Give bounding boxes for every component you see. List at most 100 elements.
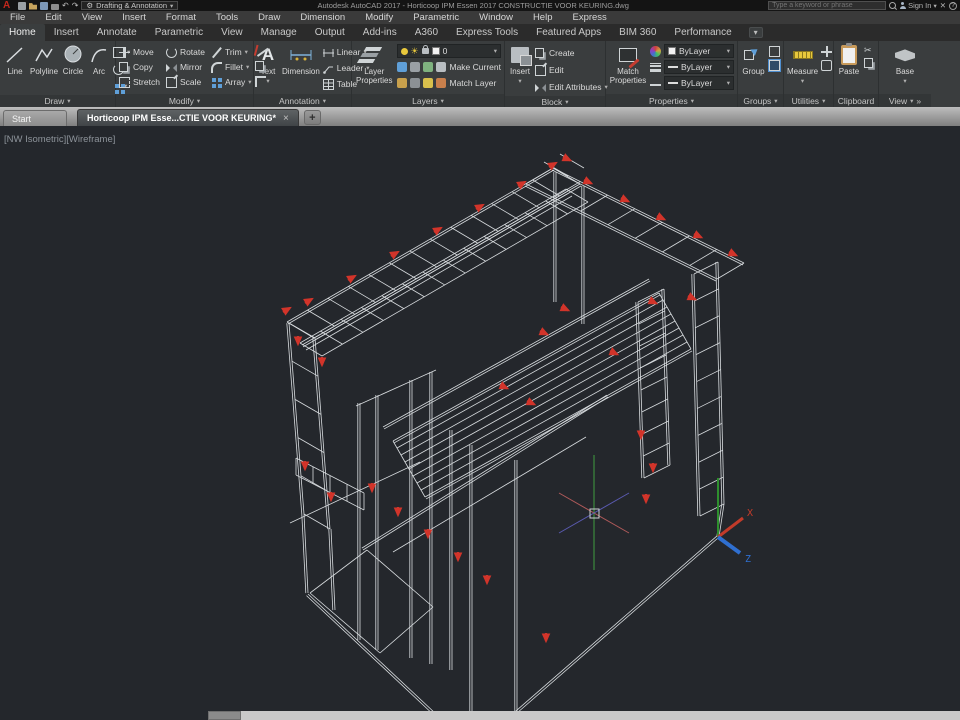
rotate-button[interactable]: Rotate (166, 45, 205, 59)
workspace-switcher[interactable]: ⚙ Drafting & Annotation ▾ (81, 1, 178, 10)
sign-in-button[interactable]: Sign In ▾ (899, 1, 937, 10)
panel-label-clipboard[interactable]: Clipboard (834, 94, 878, 107)
menu-file[interactable]: File (0, 12, 35, 23)
tab-annotate[interactable]: Annotate (88, 24, 146, 41)
menu-draw[interactable]: Draw (248, 12, 290, 23)
panel-label-view[interactable]: View▾ » (879, 94, 931, 107)
redo-icon[interactable]: ↷ (72, 2, 79, 10)
undo-icon[interactable]: ↶ (62, 2, 69, 10)
circle-button[interactable]: Circle (61, 43, 85, 77)
layer-properties-button[interactable]: Layer Properties (355, 43, 394, 85)
ribbon-minimize-button[interactable]: ▾ (749, 27, 763, 38)
match-properties-button[interactable]: Match Properties (609, 43, 647, 85)
edit-attributes-button[interactable]: Edit Attributes▾ (535, 80, 608, 94)
menu-help[interactable]: Help (523, 12, 563, 23)
menu-modify[interactable]: Modify (355, 12, 403, 23)
layer-freeze-icon[interactable] (410, 62, 420, 72)
autodesk-exchange-icon[interactable]: ✕ (940, 1, 946, 10)
trim-button[interactable]: Trim▾ (211, 45, 252, 59)
insert-button[interactable]: Insert ▾ (508, 43, 532, 86)
menu-parametric[interactable]: Parametric (403, 12, 469, 23)
tab-view[interactable]: View (212, 24, 252, 41)
panel-label-modify[interactable]: Modify▾ (116, 94, 253, 107)
create-block-button[interactable]: Create (535, 46, 608, 60)
layer-walk-icon[interactable] (423, 78, 433, 88)
plot-icon[interactable] (51, 4, 59, 10)
quick-calculator-icon[interactable] (821, 60, 832, 71)
layer-lock-button-icon[interactable] (397, 78, 407, 88)
menu-window[interactable]: Window (469, 12, 523, 23)
object-color-icon[interactable] (650, 46, 661, 57)
close-icon[interactable]: × (283, 114, 289, 123)
layer-unlock-icon[interactable] (410, 78, 420, 88)
new-drawing-tab-button[interactable]: + (304, 110, 321, 125)
tab-performance[interactable]: Performance (665, 24, 740, 41)
save-icon[interactable] (40, 2, 48, 10)
stretch-button[interactable]: Stretch (119, 75, 160, 89)
menu-view[interactable]: View (72, 12, 112, 23)
panel-label-properties[interactable]: Properties▾ (606, 94, 737, 107)
tab-output[interactable]: Output (306, 24, 354, 41)
help-search-input[interactable] (768, 1, 886, 10)
search-button[interactable] (889, 2, 896, 9)
polyline-button[interactable]: Polyline (30, 43, 58, 77)
panel-label-utilities[interactable]: Utilities▾ (784, 94, 833, 107)
make-current-button[interactable]: Make Current (450, 62, 502, 72)
match-layer-button[interactable]: Match Layer (450, 78, 497, 88)
tab-home[interactable]: Home (0, 24, 45, 41)
panel-label-draw[interactable]: Draw▾ (0, 95, 115, 107)
offset-icon[interactable] (255, 76, 266, 87)
new-file-icon[interactable] (18, 2, 26, 10)
line-button[interactable]: Line (3, 43, 27, 77)
measure-button[interactable]: Measure ▾ (787, 43, 818, 86)
id-point-icon[interactable] (821, 46, 832, 57)
open-file-icon[interactable] (29, 2, 37, 10)
copy-button[interactable]: Copy (119, 60, 160, 74)
base-button[interactable]: Base ▾ (890, 43, 920, 86)
panel-label-annotation[interactable]: Annotation▾ (254, 94, 351, 107)
mirror-button[interactable]: Mirror (166, 60, 205, 74)
arc-button[interactable]: Arc (88, 43, 110, 77)
ungroup-icon[interactable] (769, 46, 780, 57)
viewport-controls-label[interactable]: [NW Isometric][Wireframe] (4, 134, 115, 145)
autocad-logo-icon[interactable]: A (3, 1, 15, 11)
menu-tools[interactable]: Tools (206, 12, 248, 23)
menu-insert[interactable]: Insert (112, 12, 156, 23)
edit-block-button[interactable]: Edit (535, 63, 608, 77)
dimension-button[interactable]: Dimension (282, 43, 320, 77)
layer-merge-icon[interactable] (436, 78, 446, 88)
cut-icon[interactable]: ✂ (864, 46, 875, 55)
layer-dropdown[interactable]: ☀ 0 ▾ (397, 44, 502, 58)
group-button[interactable]: Group (741, 43, 766, 77)
panel-label-groups[interactable]: Groups▾ (738, 94, 783, 107)
tab-parametric[interactable]: Parametric (146, 24, 212, 41)
move-button[interactable]: Move (119, 45, 160, 59)
layer-isolate-icon[interactable] (397, 62, 407, 72)
layer-off-icon[interactable] (423, 62, 433, 72)
color-dropdown[interactable]: ByLayer ▾ (664, 44, 734, 58)
tab-start[interactable]: Start (3, 110, 67, 126)
tab-document[interactable]: Horticoop IPM Esse...CTIE VOOR KEURING* … (77, 109, 299, 126)
panel-label-layers[interactable]: Layers▾ (352, 94, 504, 107)
scale-button[interactable]: Scale (166, 75, 205, 89)
explode-icon[interactable] (255, 61, 266, 72)
menu-express[interactable]: Express (562, 12, 616, 23)
menu-format[interactable]: Format (156, 12, 206, 23)
lineweight-icon[interactable] (650, 62, 661, 73)
tab-express-tools[interactable]: Express Tools (447, 24, 527, 41)
menu-edit[interactable]: Edit (35, 12, 71, 23)
tab-insert[interactable]: Insert (45, 24, 88, 41)
scrollbar-thumb[interactable] (208, 711, 241, 720)
horizontal-scrollbar[interactable] (208, 711, 960, 720)
menu-dimension[interactable]: Dimension (290, 12, 355, 23)
help-icon[interactable]: ? (949, 2, 957, 10)
tab-add-ins[interactable]: Add-ins (354, 24, 406, 41)
panel-label-block[interactable]: Block▾ (505, 96, 605, 107)
array-button[interactable]: Array▾ (211, 75, 252, 89)
paste-button[interactable]: Paste (837, 43, 861, 77)
tab-manage[interactable]: Manage (252, 24, 306, 41)
linetype-dropdown[interactable]: ByLayer ▾ (664, 76, 734, 90)
layer-unisolate-icon[interactable] (436, 62, 446, 72)
linetype-icon[interactable] (650, 80, 661, 86)
panel-overflow-icon[interactable]: » (916, 96, 921, 106)
